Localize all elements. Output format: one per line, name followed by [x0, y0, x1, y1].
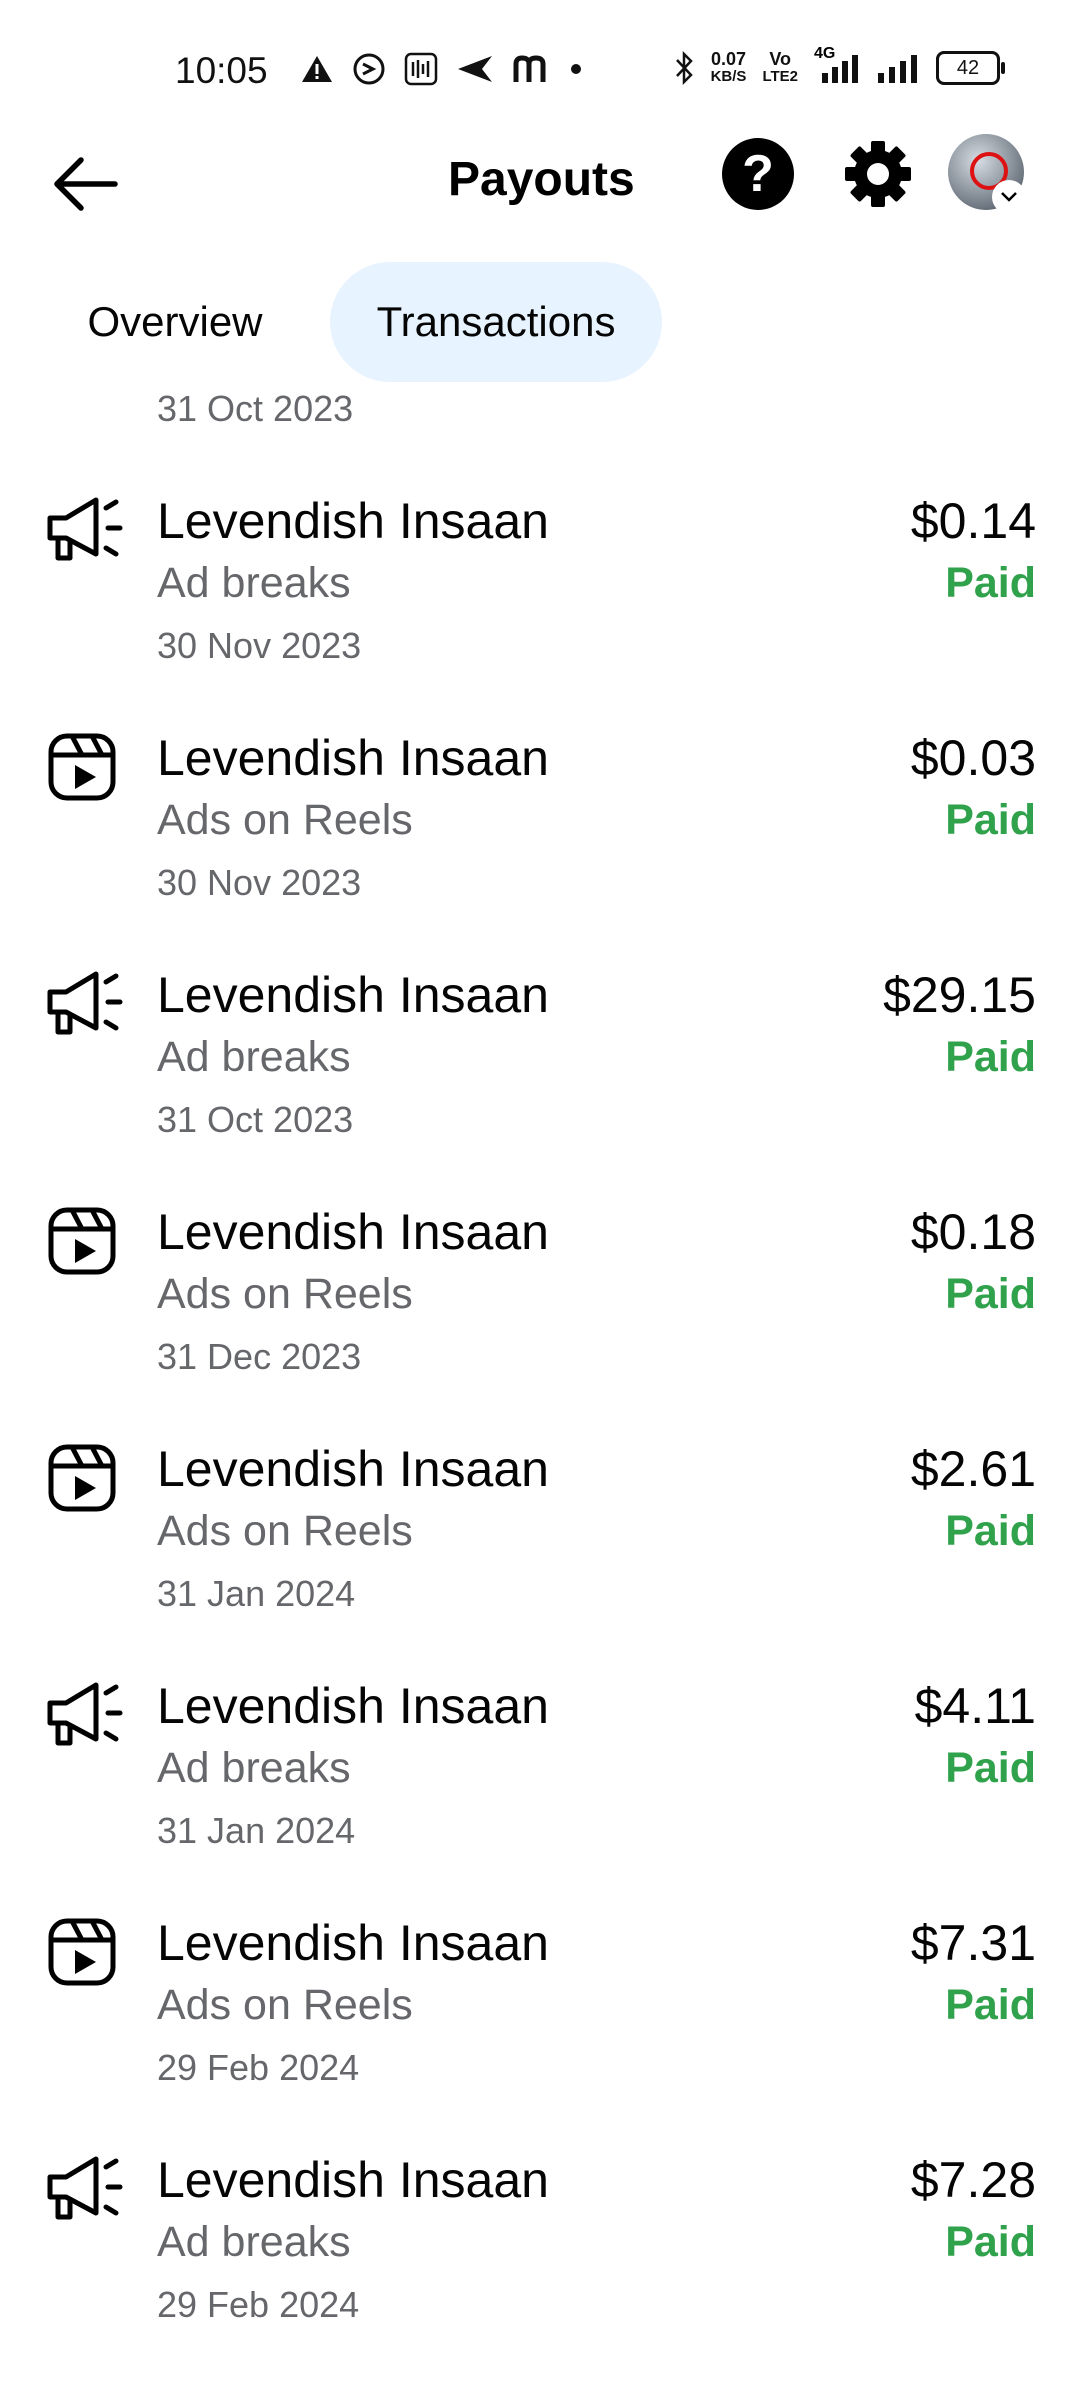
transaction-name: Levendish Insaan [157, 1204, 549, 1260]
transaction-amount: $7.31 [910, 1915, 1036, 1971]
megaphone-icon [46, 1679, 123, 1751]
reels-icon [46, 1916, 118, 1988]
transaction-row[interactable]: Levendish Insaan Ad breaks 31 Oct 2023 $29.… [0, 946, 1080, 1183]
transaction-name: Levendish Insaan [157, 1441, 549, 1497]
megaphone-icon [46, 494, 123, 566]
transaction-name: Levendish Insaan [157, 967, 549, 1023]
transaction-name: Levendish Insaan [157, 730, 549, 786]
reels-icon [46, 1442, 118, 1514]
transaction-row[interactable]: Levendish Insaan Ad breaks 29 Feb 2024 $7.2… [0, 2131, 1080, 2368]
battery-level: 42 [956, 56, 980, 79]
bluetooth-icon [675, 51, 693, 85]
transaction-date: 31 Dec 2023 [157, 1336, 362, 1377]
help-button[interactable]: ? [722, 138, 794, 210]
transaction-type: Ads on Reels [157, 1981, 413, 2029]
notification-icons [300, 52, 584, 86]
signal-icon [878, 55, 917, 83]
transaction-status: Paid [945, 1507, 1036, 1555]
chevron-down-icon [1001, 192, 1017, 202]
transaction-date: 30 Nov 2023 [157, 625, 362, 666]
transaction-type: Ads on Reels [157, 796, 413, 844]
transaction-row[interactable]: Levendish Insaan Ads on Reels 31 Jan 2024 $… [0, 1420, 1080, 1657]
more-notifications-icon [571, 64, 581, 74]
transaction-row[interactable]: Levendish Insaan Ads on Reels 29 Feb 2024 $… [0, 1894, 1080, 2131]
transaction-status: Paid [945, 796, 1036, 844]
warning-icon [302, 56, 332, 82]
net-speed-value: 0.07 [710, 49, 747, 69]
transaction-status: Paid [945, 1981, 1036, 2029]
back-button[interactable] [48, 146, 124, 222]
transaction-type: Ads on Reels [157, 1507, 413, 1555]
transaction-name: Levendish Insaan [157, 1678, 549, 1734]
megaphone-icon [46, 2153, 123, 2225]
transaction-row[interactable]: Levendish Insaan Ads on Reels 30 Nov 2023 $… [0, 709, 1080, 946]
transaction-status: Paid [945, 1033, 1036, 1081]
transaction-amount: $29.15 [883, 967, 1036, 1023]
volte-top: Vo [769, 49, 792, 69]
transaction-amount: $0.03 [910, 730, 1036, 786]
megaphone-icon [46, 968, 123, 1040]
transaction-date: 29 Feb 2024 [157, 2047, 360, 2088]
volte-bottom: LTE2 [762, 68, 798, 85]
transaction-date: 31 Jan 2024 [157, 1573, 356, 1614]
system-indicators: 0.07 KB/S Vo LTE2 4G 42 [673, 45, 1005, 86]
transaction-status: Paid [945, 2218, 1036, 2266]
transaction-date: 31 Oct 2023 [157, 388, 354, 429]
question-icon: ? [742, 145, 774, 203]
transaction-status: Paid [945, 1270, 1036, 1318]
transaction-row[interactable]: Levendish InsaanAds on Reels31 Oct 2023P… [0, 385, 1080, 472]
transaction-amount: $0.14 [910, 493, 1036, 549]
transaction-name: Levendish Insaan [157, 2152, 549, 2208]
status-bar: 10:05 0.07 KB/S Vo LTE2 4G 42 [0, 0, 1080, 140]
tab-overview[interactable]: Overview [60, 262, 290, 382]
transactions-list[interactable]: Levendish Insaan Ads on Reels 31 Oct 2023 P… [0, 385, 1080, 2400]
m-app-icon [513, 55, 546, 82]
transaction-type: Ad breaks [157, 559, 351, 607]
transaction-row[interactable]: Levendish Insaan Ad breaks 31 Jan 2024 $4.1… [0, 1657, 1080, 1894]
gear-icon [845, 141, 911, 207]
transaction-type: Ad breaks [157, 2218, 351, 2266]
page-title: Payouts [448, 153, 635, 206]
sync-icon [353, 53, 385, 85]
transaction-amount: $4.11 [914, 1678, 1036, 1734]
battery-icon: 42 [936, 51, 1005, 85]
tab-bar: Overview Transactions [0, 262, 1080, 382]
transaction-amount: $7.28 [910, 2152, 1036, 2208]
reels-icon [46, 731, 118, 803]
network-speed: 0.07 KB/S [711, 50, 747, 86]
transaction-date: 31 Oct 2023 [157, 1099, 354, 1140]
transaction-date: 31 Jan 2024 [157, 1810, 356, 1851]
app-header: Payouts ? [0, 130, 1080, 240]
account-switcher-button[interactable] [994, 182, 1024, 212]
transaction-status: Paid [945, 1744, 1036, 1792]
transaction-name: Levendish Insaan [157, 493, 549, 549]
transaction-date: 30 Nov 2023 [157, 862, 362, 903]
transaction-name: Levendish Insaan [157, 1915, 549, 1971]
tab-transactions[interactable]: Transactions [330, 262, 662, 382]
status-time: 10:05 [175, 50, 268, 91]
equalizer-icon [404, 52, 438, 86]
transaction-row[interactable]: Levendish Insaan Ad breaks 30 Nov 2023 $0.1… [0, 472, 1080, 709]
signal-4g-icon: 4G [814, 45, 860, 85]
send-icon [458, 56, 492, 82]
transaction-type: Ad breaks [157, 1033, 351, 1081]
transaction-type: Ad breaks [157, 1744, 351, 1792]
transaction-amount: $2.61 [910, 1441, 1036, 1497]
network-type: 4G [814, 45, 836, 62]
transaction-type: Ads on Reels [157, 1270, 413, 1318]
transaction-amount: $0.18 [910, 1204, 1036, 1260]
net-speed-unit: KB/S [710, 68, 747, 85]
transaction-row[interactable]: Levendish Insaan Ads on Reels 31 Dec 2023 $… [0, 1183, 1080, 1420]
back-arrow-icon [54, 157, 118, 211]
reels-icon [46, 1205, 118, 1277]
transaction-date: 29 Feb 2024 [157, 2284, 360, 2325]
transaction-status: Paid [945, 559, 1036, 607]
volte-indicator: Vo LTE2 [762, 50, 798, 86]
settings-button[interactable] [840, 136, 916, 212]
